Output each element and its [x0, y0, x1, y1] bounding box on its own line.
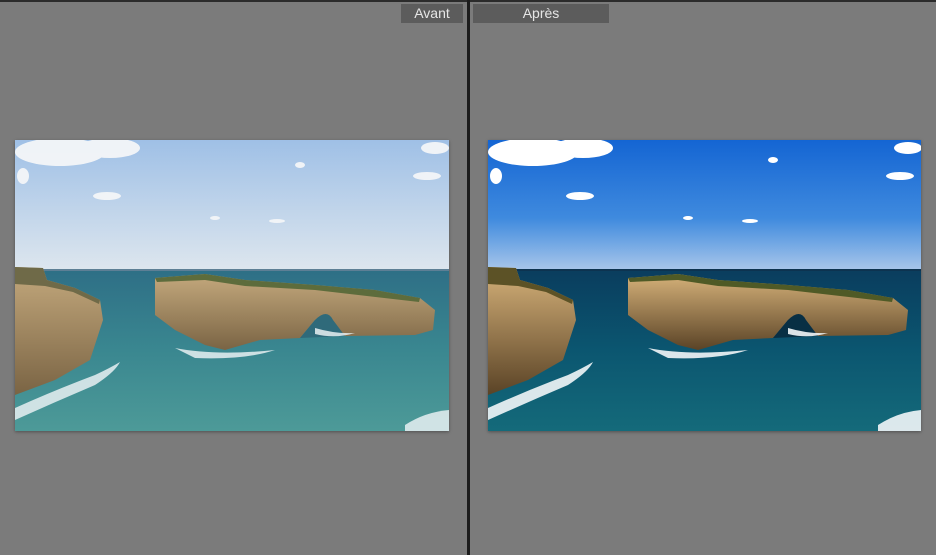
seascape-before-image	[15, 140, 449, 431]
after-pane[interactable]: Après	[470, 2, 936, 555]
after-photo[interactable]	[488, 140, 921, 431]
after-label: Après	[473, 4, 609, 23]
seascape-after-image	[488, 140, 921, 431]
before-photo[interactable]	[15, 140, 449, 431]
before-label: Avant	[401, 4, 463, 23]
before-pane[interactable]: Avant	[0, 2, 467, 555]
before-after-viewer: Avant Après	[0, 0, 936, 555]
